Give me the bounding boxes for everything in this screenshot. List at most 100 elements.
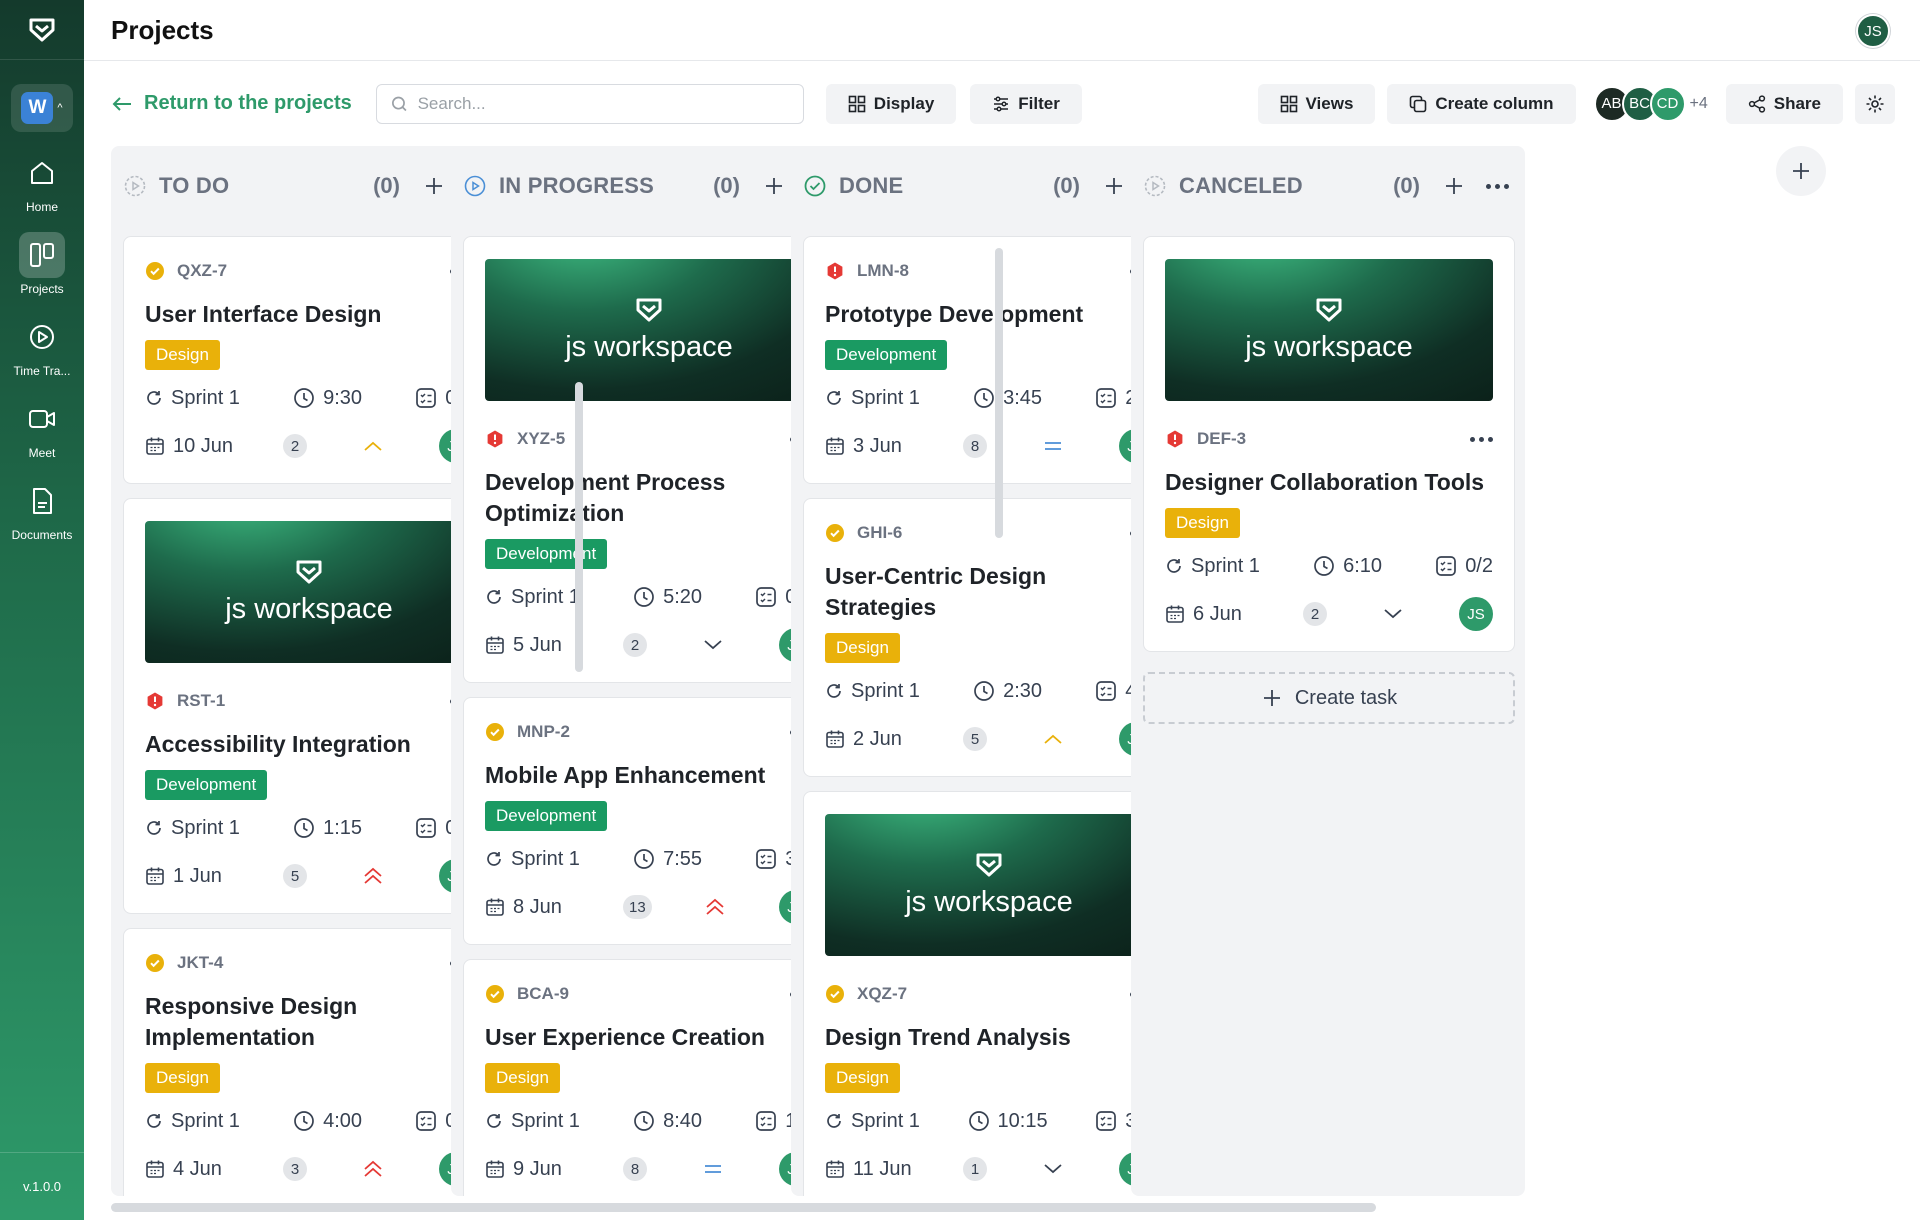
vertical-scrollbar[interactable] — [995, 248, 1003, 538]
task-meta: Sprint 1 6:10 0/2 — [1165, 553, 1493, 579]
sidebar-item-meet[interactable]: Meet — [0, 396, 84, 460]
task-card[interactable]: js workspace XQZ-7 Design Trend Analysis… — [803, 791, 1175, 1196]
plus-icon — [426, 178, 442, 194]
clock-icon — [294, 1111, 314, 1131]
checklist-icon — [756, 1111, 777, 1131]
clock-icon — [294, 388, 314, 408]
task-meta: Sprint 1 10:15 3/3 — [825, 1108, 1153, 1134]
card-header: QXZ-7 — [145, 259, 473, 283]
settings-button[interactable] — [1855, 83, 1895, 124]
add-column-button[interactable] — [1776, 146, 1826, 196]
create-task-button[interactable]: Create task — [1143, 672, 1515, 724]
task-card[interactable]: js workspace XYZ-5 Development Process O… — [463, 236, 835, 683]
priority-high-icon — [364, 867, 382, 884]
column-menu-button[interactable] — [1486, 183, 1509, 189]
sidebar-item-documents[interactable]: Documents — [0, 478, 84, 542]
comments-count: 5 — [963, 727, 987, 751]
task-card[interactable]: JKT-4 Responsive Design Implementation D… — [123, 928, 495, 1196]
card-menu-button[interactable] — [1470, 436, 1493, 442]
filter-button[interactable]: Filter — [970, 83, 1082, 124]
member-avatars[interactable]: AB BC CD +4 — [1593, 85, 1708, 122]
priority-indicator — [698, 638, 728, 652]
card-header: MNP-2 — [485, 720, 813, 744]
share-button[interactable]: Share — [1725, 83, 1843, 124]
task-id: XQZ-7 — [857, 984, 908, 1003]
task-tag: Design — [825, 633, 900, 663]
task-card[interactable]: js workspace RST-1 Accessibility Integra… — [123, 498, 495, 914]
task-card[interactable]: GHI-6 User-Centric Design Strategies Des… — [803, 498, 1175, 777]
card-header: RST-1 — [145, 689, 473, 713]
priority-indicator — [358, 439, 388, 453]
return-to-projects-link[interactable]: Return to the projects — [112, 92, 352, 115]
user-avatar[interactable]: JS — [1856, 14, 1890, 48]
add-task-button[interactable] — [762, 174, 786, 198]
version-label: v.1.0.0 — [0, 1152, 84, 1220]
task-card[interactable]: MNP-2 Mobile App Enhancement Development… — [463, 697, 835, 945]
task-footer: 6 Jun 2 JS — [1165, 597, 1493, 631]
sidebar-item-time-tracking[interactable]: Time Tra... — [0, 314, 84, 378]
clock-icon — [968, 1111, 989, 1131]
nav-icon-wrap — [19, 478, 65, 524]
task-id: BCA-9 — [517, 984, 569, 1003]
high-status-icon — [1167, 430, 1183, 448]
calendar-icon — [146, 437, 164, 455]
card-header: GHI-6 — [825, 521, 1153, 545]
calendar-icon — [486, 898, 504, 916]
priority-indicator — [1038, 1162, 1068, 1176]
due-date-value: 8 Jun — [513, 895, 562, 918]
add-task-button[interactable] — [1442, 174, 1466, 198]
task-card[interactable]: BCA-9 User Experience Creation Design Sp… — [463, 959, 835, 1196]
column-header: IN PROGRESS (0) — [451, 146, 845, 226]
task-footer: 1 Jun 5 JS — [145, 859, 473, 893]
medium-status-icon — [146, 954, 164, 972]
workspace-switcher[interactable]: W ^ — [11, 84, 73, 132]
cover-logo-icon — [976, 853, 1002, 876]
plus-icon — [1263, 690, 1280, 706]
create-column-button[interactable]: Create column — [1387, 83, 1576, 124]
views-label: Views — [1305, 93, 1354, 113]
sidebar-item-home[interactable]: Home — [0, 150, 84, 214]
task-footer: 11 Jun 1 JS — [825, 1152, 1153, 1186]
task-id: JKT-4 — [177, 953, 224, 972]
more-members-count: +4 — [1689, 94, 1708, 112]
sidebar-item-projects[interactable]: Projects — [0, 232, 84, 296]
assignee-avatar[interactable]: JS — [1459, 597, 1493, 631]
time-info: 3:45 — [973, 387, 1042, 410]
high-status-icon — [487, 430, 503, 448]
search-input[interactable] — [417, 93, 789, 114]
checklist-icon — [1096, 681, 1117, 701]
sprint-icon — [827, 684, 841, 698]
vertical-scrollbar[interactable] — [575, 382, 583, 672]
comments-count: 2 — [1303, 602, 1327, 626]
clock-icon — [1314, 556, 1334, 576]
high-status-icon — [147, 692, 163, 710]
time-info: 7:55 — [633, 848, 702, 871]
card-header: JKT-4 — [145, 951, 473, 975]
views-icon — [1280, 95, 1297, 112]
comments-count: 1 — [963, 1157, 987, 1181]
logo-icon — [29, 18, 55, 41]
add-task-button[interactable] — [422, 174, 446, 198]
views-button[interactable]: Views — [1257, 83, 1376, 124]
comments-count: 2 — [623, 633, 647, 657]
card-cover-image: js workspace — [145, 521, 473, 663]
cover-logo-icon — [1316, 298, 1342, 321]
sprint-label: Sprint 1 — [1191, 554, 1260, 577]
task-card[interactable]: QXZ-7 User Interface Design Design Sprin… — [123, 236, 495, 484]
horizontal-scrollbar[interactable] — [111, 1203, 1376, 1212]
task-card[interactable]: js workspace DEF-3 Designer Collaboratio… — [1143, 236, 1515, 652]
add-task-button[interactable] — [1102, 174, 1126, 198]
task-footer: 10 Jun 2 JS — [145, 429, 473, 463]
comments-count: 13 — [623, 895, 652, 919]
task-card[interactable]: LMN-8 Prototype Development Development … — [803, 236, 1175, 484]
calendar-icon — [1166, 605, 1184, 623]
due-date: 9 Jun — [485, 1158, 623, 1181]
priority-low-icon — [1044, 1164, 1062, 1174]
calendar-icon — [486, 1160, 504, 1178]
display-button[interactable]: Display — [825, 83, 957, 124]
due-date-value: 11 Jun — [853, 1157, 912, 1180]
app-logo[interactable] — [0, 0, 84, 60]
in-progress-icon — [464, 175, 486, 197]
sidebar-item-label: Documents — [11, 528, 73, 542]
priority-indicator — [700, 897, 730, 917]
